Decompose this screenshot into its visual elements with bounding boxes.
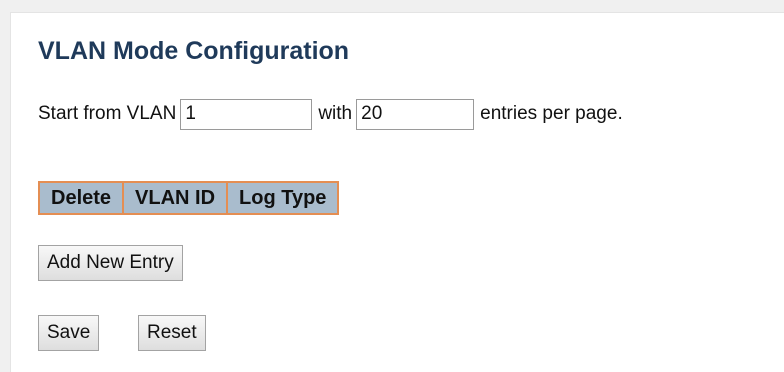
with-label: with: [318, 103, 353, 124]
reset-button[interactable]: Reset: [138, 315, 206, 351]
save-button[interactable]: Save: [38, 315, 100, 351]
add-new-entry-button[interactable]: Add New Entry: [38, 245, 183, 281]
vlan-table: Delete VLAN ID Log Type: [37, 181, 340, 215]
start-vlan-input[interactable]: [180, 98, 313, 130]
table-header-row: Delete VLAN ID Log Type: [37, 181, 340, 215]
vlan-mode-panel: VLAN Mode Configuration Start from VLAN …: [10, 12, 784, 372]
column-header-vlan-id: VLAN ID: [122, 181, 229, 215]
entries-per-page-input[interactable]: [356, 98, 475, 130]
start-from-label: Start from VLAN: [38, 103, 177, 124]
paging-row: Start from VLAN with entries per page.: [38, 98, 623, 130]
column-header-delete: Delete: [37, 181, 125, 215]
page-title: VLAN Mode Configuration: [38, 37, 350, 65]
entries-per-page-label: entries per page.: [480, 103, 623, 124]
column-header-log-type: Log Type: [226, 181, 340, 215]
